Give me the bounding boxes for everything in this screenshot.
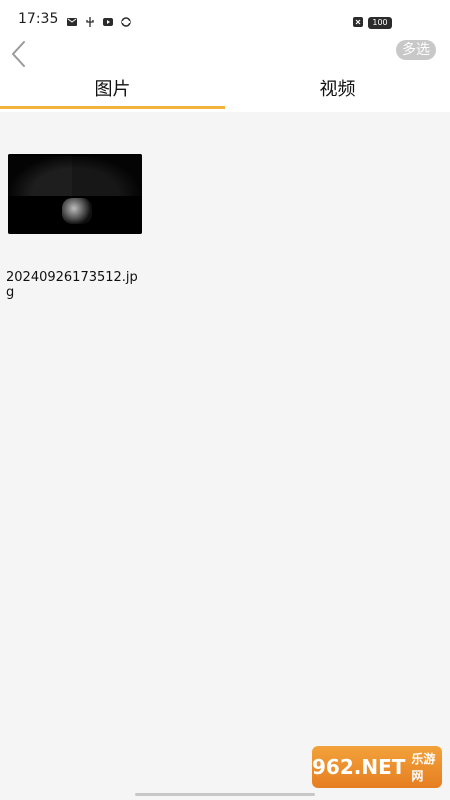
- image-thumbnail[interactable]: [8, 154, 142, 234]
- thumbnail-vignette: [8, 154, 142, 234]
- battery-area: 100: [352, 13, 392, 32]
- header: 多选 图片 视频: [0, 40, 450, 112]
- watermark-main: 962.NET: [312, 755, 406, 779]
- battery-indicator: 100: [368, 16, 392, 29]
- watermark-sub: 乐游网: [411, 752, 436, 783]
- status-time: 17:35: [18, 11, 59, 27]
- status-bar: 17:35 100: [0, 0, 450, 40]
- file-name: 20240926173512.jpg: [6, 270, 138, 300]
- watermark-logo: 962.NET 乐游网: [312, 746, 442, 788]
- sync-icon: [120, 13, 132, 27]
- mail-icon: [66, 13, 78, 26]
- multi-select-button[interactable]: 多选: [396, 40, 436, 60]
- tab-indicator: [0, 106, 225, 109]
- gallery-content: 20240926173512.jpg 962.NET 乐游网: [0, 112, 450, 800]
- video-icon: [102, 13, 114, 26]
- signal-off-icon: [352, 13, 364, 32]
- home-indicator[interactable]: [135, 793, 315, 796]
- usb-icon: [84, 13, 96, 27]
- chevron-left-icon: [11, 41, 25, 67]
- tab-videos[interactable]: 视频: [225, 78, 450, 110]
- tab-bar: 图片 视频: [0, 78, 450, 110]
- back-button[interactable]: [8, 40, 28, 68]
- screen: 17:35 100 多选 图片 视频 20240926173512.jpg 96…: [0, 0, 450, 800]
- status-icons: [66, 13, 132, 27]
